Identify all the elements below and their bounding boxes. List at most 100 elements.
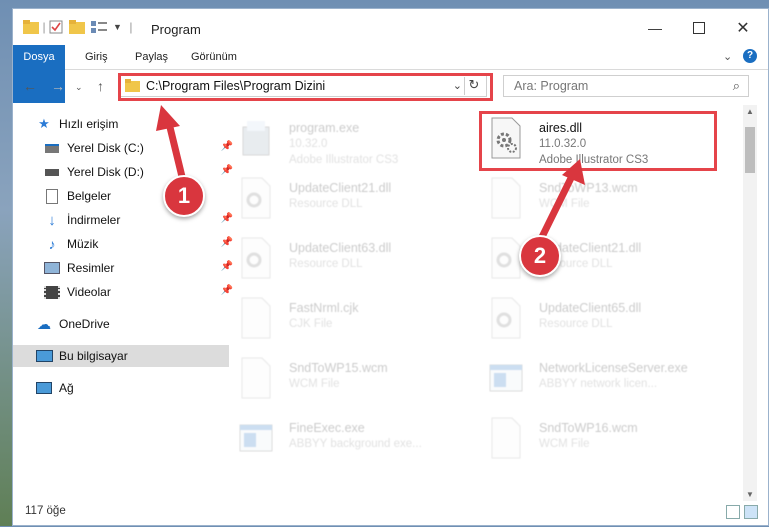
sidebar-item-label: Resimler [67, 261, 115, 275]
file-tile-program-exe[interactable]: program.exe 10.32.0 Adobe Illustrator CS… [231, 113, 467, 171]
minimize-button[interactable]: — [633, 15, 677, 41]
sidebar-item-local-disk-d[interactable]: Yerel Disk (D:) 📌 [13, 161, 237, 183]
file-name: UpdateClient65.dll [539, 301, 642, 315]
blank-file-icon [239, 357, 273, 399]
file-name: SndToWP15.wcm [289, 361, 388, 375]
file-type: CJK File [289, 318, 333, 330]
recent-locations-chevron-icon[interactable]: ⌄ [75, 82, 83, 93]
tab-paylas[interactable]: Paylaş [125, 45, 178, 69]
navigation-pane: ★ Hızlı erişim Yerel Disk (C:) 📌 Yerel D… [13, 107, 233, 487]
sidebar-item-label: Müzik [67, 237, 99, 251]
file-tile-sndtowp13-wcm[interactable]: SndToWP13.wcm WCM File [481, 173, 717, 231]
large-icons-view-icon[interactable] [744, 505, 758, 519]
blank-file-icon [489, 417, 523, 459]
search-placeholder: Ara: Program [514, 79, 589, 93]
file-tile-updateclient21-dll[interactable]: UpdateClient21.dll Resource DLL [231, 173, 467, 231]
sidebar-item-onedrive[interactable]: ☁ OneDrive [13, 313, 229, 335]
file-name: UpdateClient21.dll [289, 181, 392, 195]
step-2-badge: 2 [519, 235, 561, 277]
sidebar-item-this-pc[interactable]: Bu bilgisayar [13, 345, 229, 367]
sidebar-item-label: Ağ [59, 381, 74, 395]
close-button[interactable]: ✕ [721, 15, 765, 41]
file-type: WCM File [539, 438, 590, 450]
file-type: ABBYY background exe... [289, 438, 422, 450]
details-view-icon[interactable] [726, 505, 740, 519]
maximize-icon [693, 22, 705, 34]
help-icon[interactable]: ? [743, 49, 757, 63]
file-type: WCM File [539, 198, 590, 210]
close-icon: ✕ [736, 20, 750, 37]
file-type: Resource DLL [289, 198, 363, 210]
ribbon: Dosya Giriş Paylaş Görünüm ⌄ ? [13, 45, 768, 103]
dll-gear-icon [489, 237, 523, 279]
star-icon: ★ [38, 116, 50, 131]
file-name: SndToWP13.wcm [539, 181, 638, 195]
file-name: UpdateClient63.dll [289, 241, 392, 255]
file-tile-fastnrml-cjk[interactable]: FastNrml.cjk CJK File [231, 293, 467, 351]
cloud-icon: ☁ [37, 315, 51, 332]
pictures-icon [43, 260, 61, 276]
file-tile-sndtowp15-wcm[interactable]: SndToWP15.wcm WCM File [231, 353, 467, 411]
drive-icon [43, 164, 61, 180]
tab-giris[interactable]: Giriş [75, 45, 118, 69]
sidebar-item-pictures[interactable]: Resimler 📌 [13, 257, 237, 279]
back-arrow-icon[interactable]: ← [23, 78, 37, 94]
sidebar-item-quick-access[interactable]: ★ Hızlı erişim [13, 113, 229, 135]
sidebar-item-local-disk-c[interactable]: Yerel Disk (C:) 📌 [13, 137, 237, 159]
vertical-scrollbar[interactable]: ▲ ▼ [743, 105, 757, 501]
sidebar-item-videos[interactable]: Videolar 📌 [13, 281, 237, 303]
tab-gorunum[interactable]: Görünüm [181, 45, 247, 69]
file-tile-updateclient65-dll[interactable]: UpdateClient65.dll Resource DLL [481, 293, 717, 351]
scrollbar-thumb[interactable] [745, 127, 755, 173]
download-arrow-icon: ↓ [48, 211, 56, 229]
sidebar-item-music[interactable]: ♪ Müzik 📌 [13, 233, 237, 255]
file-name: FineExec.exe [289, 421, 365, 435]
dll-gear-icon [239, 237, 273, 279]
scroll-down-arrow-icon[interactable]: ▼ [746, 490, 754, 499]
file-name: NetworkLicenseServer.exe [539, 361, 688, 375]
file-tile-networklicenseserver-exe[interactable]: NetworkLicenseServer.exe ABBYY network l… [481, 353, 717, 411]
step-1-badge: 1 [163, 175, 205, 217]
drive-icon [43, 140, 61, 156]
file-tile-fineexec-exe[interactable]: FineExec.exe ABBYY background exe... [231, 413, 467, 471]
file-name: SndToWP16.wcm [539, 421, 638, 435]
file-type: Resource DLL [289, 258, 363, 270]
sidebar-item-label: OneDrive [59, 317, 110, 331]
file-description: Adobe Illustrator CS3 [289, 154, 399, 166]
up-arrow-icon[interactable]: ↑ [97, 78, 104, 94]
file-type: Resource DLL [539, 318, 613, 330]
aires-dll-highlight [479, 111, 717, 171]
customize-toolbar-chevron-icon[interactable]: ▼ [113, 22, 122, 32]
properties-icon[interactable] [49, 20, 63, 34]
file-tile-sndtowp16-wcm[interactable]: SndToWP16.wcm WCM File [481, 413, 717, 471]
view-options-icon[interactable] [91, 20, 107, 34]
sidebar-item-label: Bu bilgisayar [59, 349, 128, 363]
maximize-button[interactable] [677, 15, 721, 41]
dll-gear-icon [239, 177, 273, 219]
folder-icon[interactable] [23, 20, 39, 34]
sidebar-item-label: Yerel Disk (C:) [67, 141, 144, 155]
item-count: 117 öğe [25, 505, 66, 517]
file-name: FastNrml.cjk [289, 301, 359, 315]
application-window-icon [489, 357, 523, 399]
file-tile-updateclient21-dll-2[interactable]: UpdateClient21.dll Resource DLL [481, 233, 717, 291]
network-icon [35, 380, 53, 396]
ribbon-expand-chevron-icon[interactable]: ⌄ [723, 50, 732, 63]
window-title: Program [151, 22, 201, 37]
file-type: ABBYY network licen... [539, 378, 658, 390]
sidebar-item-downloads[interactable]: ↓ İndirmeler 📌 [13, 209, 237, 231]
sidebar-item-label: İndirmeler [67, 213, 121, 227]
file-name: program.exe [289, 121, 360, 135]
file-version: 10.32.0 [289, 138, 328, 150]
forward-arrow-icon[interactable]: → [51, 78, 65, 94]
sidebar-item-label: Belgeler [67, 189, 112, 203]
new-folder-icon[interactable] [69, 20, 85, 34]
installer-icon [239, 117, 273, 159]
sidebar-item-label: Videolar [67, 285, 111, 299]
blank-file-icon [239, 297, 273, 339]
search-icon[interactable]: ⌕ [733, 78, 740, 94]
sidebar-item-network[interactable]: Ağ [13, 377, 229, 399]
search-input[interactable]: Ara: Program ⌕ [503, 75, 749, 97]
file-tile-updateclient63-dll[interactable]: UpdateClient63.dll Resource DLL [231, 233, 467, 291]
scroll-up-arrow-icon[interactable]: ▲ [746, 107, 754, 116]
